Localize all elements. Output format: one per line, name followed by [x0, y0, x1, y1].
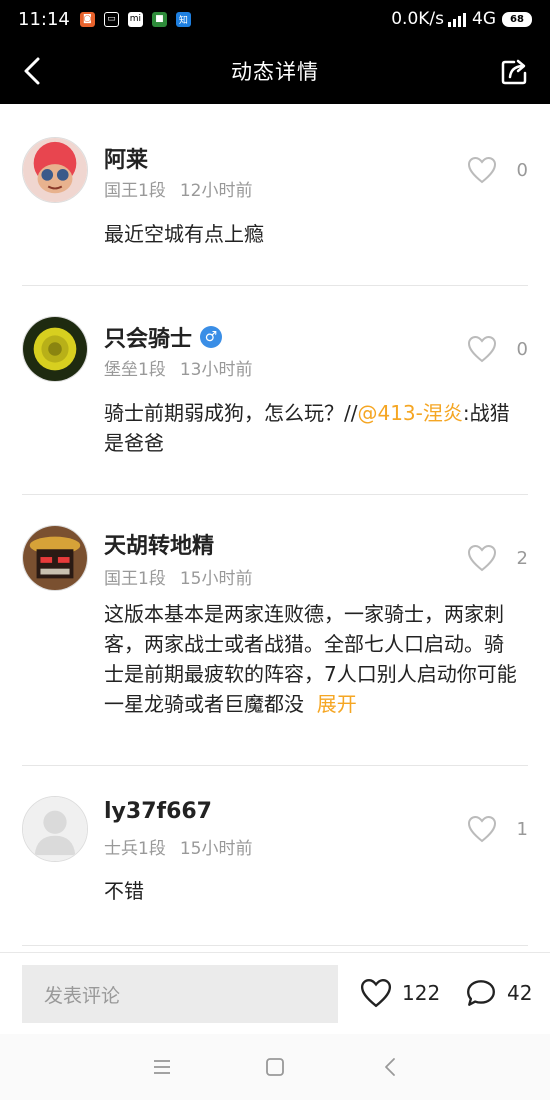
post-comment-count: 42	[507, 981, 533, 1005]
like-button[interactable]: 1	[467, 815, 528, 843]
user-rank: 国王1段	[104, 569, 166, 589]
comment-meta: 士兵1段 15小时前	[104, 834, 252, 859]
comment-text-main: 骑士前期弱成狗，怎么玩？//	[104, 401, 358, 425]
status-right: 0.0K/s 4G 68	[391, 9, 532, 29]
mention-link[interactable]: @413-涅炎	[357, 401, 462, 425]
comment-item: 天胡转地精 国王1段 15小时前 2 这版本基本是两家连败德，一家骑士，两家刺客，…	[22, 495, 528, 766]
avatar[interactable]	[22, 316, 88, 382]
back-arrow-icon[interactable]	[18, 56, 48, 86]
app-icon-orange: ◙	[79, 11, 95, 27]
timestamp: 13小时前	[179, 360, 253, 380]
heart-icon	[467, 544, 496, 572]
avatar[interactable]	[22, 796, 88, 862]
comment-meta: 堡垒1段 13小时前	[104, 355, 252, 380]
expand-link[interactable]: 展开	[317, 692, 357, 716]
comment-text: 不错	[104, 879, 144, 903]
battery-icon: 68	[502, 11, 532, 27]
timestamp: 12小时前	[179, 181, 253, 201]
username-text: ly37f667	[104, 799, 212, 824]
comment-text: 骑士前期弱成狗，怎么玩？//@413-涅炎:战猎是爸爸	[104, 398, 522, 458]
user-rank: 国王1段	[104, 181, 166, 201]
comment-item: ly37f667 士兵1段 15小时前 1 不错	[22, 766, 528, 946]
comment-action-bar: 发表评论 122 42	[0, 952, 550, 1034]
user-rank: 堡垒1段	[104, 360, 166, 380]
like-button[interactable]: 0	[467, 156, 528, 184]
heart-icon	[467, 815, 496, 843]
like-button[interactable]: 0	[467, 335, 528, 363]
heart-icon	[467, 335, 496, 363]
post-like-count: 122	[402, 981, 441, 1005]
heart-icon	[467, 156, 496, 184]
system-nav-bar	[0, 1034, 550, 1100]
post-comment-button[interactable]: 42	[465, 978, 532, 1008]
page-title: 动态详情	[231, 60, 319, 84]
clock: 11:14	[18, 8, 70, 30]
comment-item: 只会骑士 ♂ 堡垒1段 13小时前 0 骑士前期弱成狗，怎么玩？//@413-涅炎…	[22, 286, 528, 495]
network-speed: 0.0K/s	[391, 9, 444, 29]
username[interactable]: 天胡转地精	[104, 528, 214, 560]
user-rank: 士兵1段	[104, 839, 166, 859]
menu-icon[interactable]	[151, 1056, 173, 1078]
like-count: 1	[516, 818, 528, 840]
back-icon[interactable]	[380, 1056, 402, 1078]
status-bar: 11:14 ◙ ▭ mi ■ 知 0.0K/s 4G 68	[0, 0, 550, 38]
username[interactable]: 只会骑士 ♂	[104, 321, 223, 353]
home-icon[interactable]	[264, 1056, 286, 1078]
like-count: 0	[516, 159, 528, 181]
username[interactable]: ly37f667	[104, 799, 212, 824]
nav-bar: 动态详情	[0, 38, 550, 104]
username-text: 只会骑士	[104, 327, 193, 352]
username-text: 阿莱	[104, 148, 149, 173]
network-type: 4G	[472, 9, 496, 29]
comment-meta: 国王1段 12小时前	[104, 176, 252, 201]
timestamp: 15小时前	[179, 839, 253, 859]
share-icon[interactable]	[500, 56, 530, 86]
post-like-button[interactable]: 122	[360, 978, 440, 1008]
comment-input[interactable]: 发表评论	[22, 965, 338, 1023]
zhihu-icon: 知	[175, 11, 191, 27]
like-button[interactable]: 2	[467, 544, 528, 572]
avatar[interactable]	[22, 525, 88, 591]
comment-text-main: 这版本基本是两家连败德，一家骑士，两家刺客，两家战士或者战猎。全部七人口启动。骑…	[104, 602, 517, 716]
username-text: 天胡转地精	[104, 534, 215, 559]
comment-input-placeholder: 发表评论	[44, 984, 121, 1007]
battery-level: 68	[510, 13, 524, 25]
comment-list: 阿莱 国王1段 12小时前 0 最近空城有点上瘾 只会骑士 ♂ 堡垒1段 13小时前…	[0, 104, 550, 946]
app-icon-green: ■	[151, 11, 167, 27]
app-icon-box: ▭	[103, 11, 119, 27]
heart-icon	[360, 979, 392, 1008]
comment-item: 阿莱 国王1段 12小时前 0 最近空城有点上瘾	[22, 104, 528, 286]
like-count: 2	[516, 547, 528, 569]
mi-icon: mi	[127, 11, 143, 27]
signal-icon	[448, 11, 466, 27]
male-icon: ♂	[200, 326, 223, 348]
like-count: 0	[516, 338, 528, 360]
avatar[interactable]	[22, 137, 88, 203]
timestamp: 15小时前	[179, 569, 253, 589]
comment-text: 最近空城有点上瘾	[104, 222, 264, 246]
comment-text: 这版本基本是两家连败德，一家骑士，两家刺客，两家战士或者战猎。全部七人口启动。骑…	[104, 599, 522, 719]
comment-meta: 国王1段 15小时前	[104, 564, 252, 589]
username[interactable]: 阿莱	[104, 142, 148, 174]
comment-bubble-icon	[467, 980, 495, 1006]
